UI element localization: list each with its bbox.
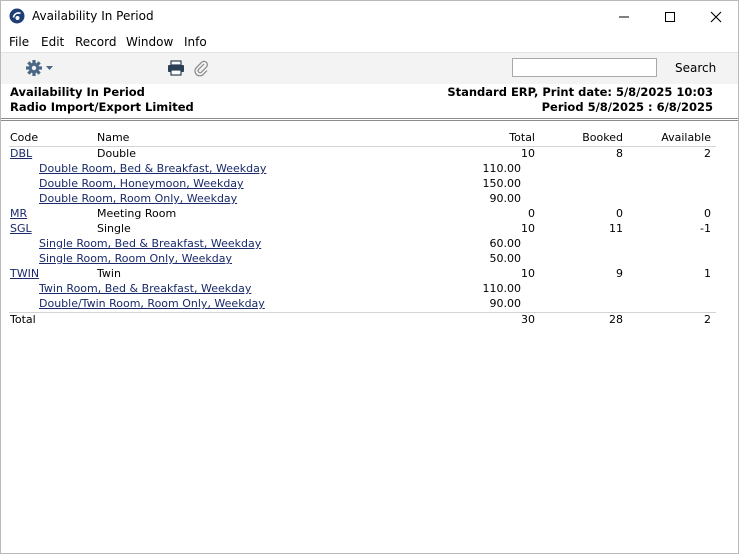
rate-link[interactable]: Double/Twin Room, Room Only, Weekday	[39, 297, 265, 310]
col-header-name: Name	[97, 131, 130, 144]
col-header-total: Total	[509, 131, 535, 144]
room-booked: 9	[616, 267, 623, 280]
rate-link[interactable]: Double Room, Honeymoon, Weekday	[39, 177, 244, 190]
room-name: Twin	[97, 267, 121, 280]
chevron-down-icon	[46, 66, 53, 70]
rate-link[interactable]: Double Room, Room Only, Weekday	[39, 192, 237, 205]
close-icon	[710, 11, 722, 22]
grand-total: 30	[521, 313, 535, 326]
report-header: Availability In Period Radio Import/Expo…	[1, 84, 738, 116]
menu-edit[interactable]: Edit	[41, 35, 64, 49]
grand-available: 2	[704, 313, 711, 326]
col-header-available: Available	[661, 131, 711, 144]
room-total: 10	[521, 147, 535, 160]
total-label: Total	[10, 313, 36, 326]
menu-record[interactable]: Record	[75, 35, 116, 49]
room-available: -1	[700, 222, 711, 235]
room-available: 0	[704, 207, 711, 220]
col-header-booked: Booked	[582, 131, 623, 144]
room-total: 10	[521, 267, 535, 280]
gear-icon[interactable]	[25, 59, 57, 77]
paperclip-icon[interactable]	[193, 59, 209, 77]
report-period: Period 5/8/2025 : 6/8/2025	[541, 100, 713, 114]
rate-price: 90.00	[489, 192, 522, 205]
report-title: Availability In Period	[10, 85, 145, 99]
room-name: Double	[97, 147, 136, 160]
room-total: 0	[528, 207, 535, 220]
window-title: Availability In Period	[32, 9, 154, 23]
room-code-link[interactable]: TWIN	[10, 267, 39, 280]
title-bar: Availability In Period	[1, 1, 738, 32]
printer-icon[interactable]	[167, 60, 185, 76]
rate-price: 60.00	[489, 237, 522, 250]
room-available: 2	[704, 147, 711, 160]
minimize-button[interactable]	[601, 1, 647, 32]
rate-price: 150.00	[482, 177, 522, 190]
rate-link[interactable]: Single Room, Bed & Breakfast, Weekday	[39, 237, 261, 250]
rate-price: 110.00	[482, 162, 522, 175]
minimize-icon	[619, 16, 629, 17]
rate-price: 110.00	[482, 282, 522, 295]
room-booked: 0	[616, 207, 623, 220]
rate-price: 50.00	[489, 252, 522, 265]
header-divider	[1, 118, 738, 121]
rate-link[interactable]: Single Room, Room Only, Weekday	[39, 252, 232, 265]
room-code-link[interactable]: DBL	[10, 147, 32, 160]
room-code-link[interactable]: MR	[10, 207, 27, 220]
rate-link[interactable]: Twin Room, Bed & Breakfast, Weekday	[39, 282, 251, 295]
maximize-icon	[665, 11, 675, 22]
menu-file[interactable]: File	[9, 35, 29, 49]
rate-price: 90.00	[489, 297, 522, 310]
grand-booked: 28	[609, 313, 623, 326]
search-input[interactable]	[512, 58, 657, 77]
col-header-code: Code	[10, 131, 39, 144]
print-info: Standard ERP, Print date: 5/8/2025 10:03	[447, 85, 713, 99]
room-total: 10	[521, 222, 535, 235]
menu-window[interactable]: Window	[126, 35, 173, 49]
company-name: Radio Import/Export Limited	[10, 100, 194, 114]
menu-info[interactable]: Info	[184, 35, 207, 49]
app-window: Availability In Period File Edit Record …	[0, 0, 739, 554]
close-button[interactable]	[693, 1, 739, 32]
rate-link[interactable]: Double Room, Bed & Breakfast, Weekday	[39, 162, 266, 175]
app-logo-icon	[9, 8, 25, 24]
room-name: Meeting Room	[97, 207, 177, 220]
menu-bar: File Edit Record Window Info	[1, 32, 738, 52]
search-button[interactable]: Search	[675, 61, 716, 75]
room-available: 1	[704, 267, 711, 280]
room-code-link[interactable]: SGL	[10, 222, 32, 235]
room-name: Single	[97, 222, 131, 235]
maximize-button[interactable]	[647, 1, 693, 32]
room-booked: 8	[616, 147, 623, 160]
toolbar: Search	[1, 52, 738, 85]
room-booked: 11	[609, 222, 623, 235]
